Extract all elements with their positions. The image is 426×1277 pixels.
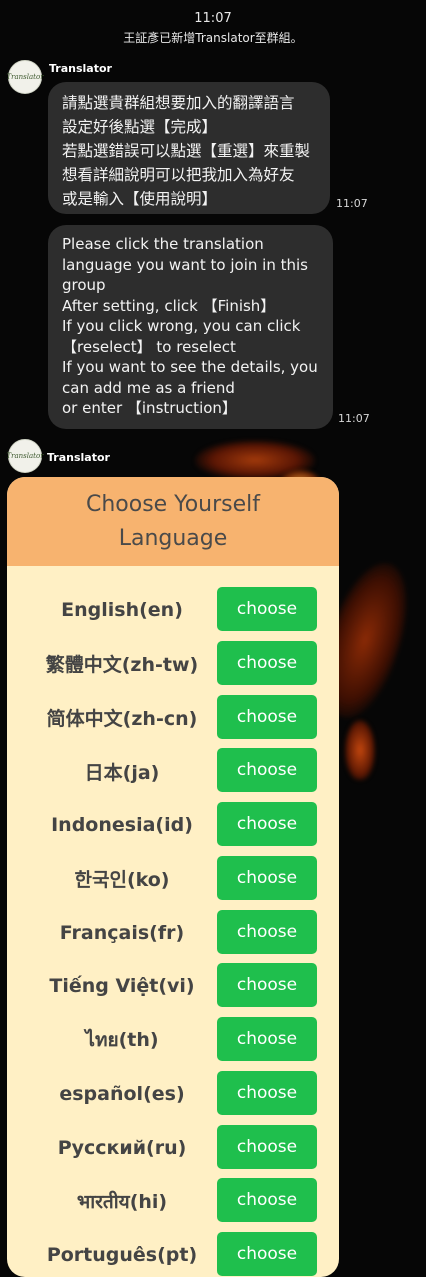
card-title-line: Language xyxy=(118,525,228,551)
message-line: 想看詳細說明可以把我加入為好友 xyxy=(62,166,295,184)
language-row: Tiếng Việt(vi) choose xyxy=(7,963,339,1009)
translator-avatar[interactable]: Translator xyxy=(6,439,44,473)
message-line: If you click wrong, you can click xyxy=(62,317,301,335)
message-line: 或是輸入【使用說明】 xyxy=(62,190,218,208)
choose-button[interactable]: choose xyxy=(217,963,317,1008)
language-row: 日本(ja) choose xyxy=(7,748,339,794)
message-line: can add me as a friend xyxy=(62,378,235,397)
message-line: If you want to see the details, you xyxy=(62,358,318,376)
language-label: ไทย(th) xyxy=(85,1029,159,1051)
language-row: 简体中文(zh-cn) choose xyxy=(7,694,339,741)
message-time: 11:07 xyxy=(338,412,370,425)
language-row: 繁體中文(zh-tw) choose xyxy=(7,640,339,687)
language-row: Français(fr) choose xyxy=(7,909,339,956)
message-line: 若點選錯誤可以點選【重選】來重製 xyxy=(62,142,311,160)
language-label: Indonesia(id) xyxy=(51,814,193,836)
language-row: Indonesia(id) choose xyxy=(7,802,339,848)
choose-button[interactable]: choose xyxy=(217,640,317,685)
choose-button[interactable]: choose xyxy=(217,1232,317,1276)
message-line: After setting, click 【Finish】 xyxy=(62,296,276,315)
message-line: Please click the translation xyxy=(62,235,264,253)
message-bubble-zh[interactable]: 請點選貴群組想要加入的翻譯語言 設定好後點選【完成】 若點選錯誤可以點選【重選】… xyxy=(48,82,330,214)
translator-avatar[interactable]: Translator xyxy=(6,60,44,94)
choose-button[interactable]: choose xyxy=(217,1070,317,1115)
choose-button[interactable]: choose xyxy=(217,1178,317,1223)
language-row: 한국인(ko) choose xyxy=(7,855,339,902)
language-row: ไทย(th) choose xyxy=(7,1017,339,1063)
avatar-logo-text: Translator xyxy=(6,73,44,81)
language-label: Português(pt) xyxy=(46,1244,198,1266)
choose-button[interactable]: choose xyxy=(217,909,317,954)
language-row: भारतीय(hi) choose xyxy=(7,1178,339,1224)
language-label: 한국인(ko) xyxy=(74,869,170,892)
choose-button[interactable]: choose xyxy=(217,1017,317,1061)
message-time: 11:07 xyxy=(336,197,368,210)
language-row: Português(pt) choose xyxy=(7,1232,339,1277)
choose-button[interactable]: choose xyxy=(217,587,317,631)
language-label: Tiếng Việt(vi) xyxy=(49,975,195,998)
language-picker-card: Choose Yourself Language English(en) choo… xyxy=(7,477,339,1277)
language-label: 日本(ja) xyxy=(84,761,160,784)
card-header: Choose Yourself Language xyxy=(7,477,339,566)
choose-button[interactable]: choose xyxy=(217,802,317,846)
message-line: 設定好後點選【完成】 xyxy=(62,118,218,136)
message-line: or enter 【instruction】 xyxy=(62,399,237,417)
language-label: Français(fr) xyxy=(59,921,185,944)
language-label: Русский(ru) xyxy=(57,1136,187,1159)
language-row: español(es) choose xyxy=(7,1070,339,1117)
message-line: 請點選貴群組想要加入的翻譯語言 xyxy=(62,94,295,112)
message-line: group xyxy=(62,276,106,294)
language-label: español(es) xyxy=(59,1082,185,1105)
choose-button[interactable]: choose xyxy=(217,748,317,793)
sender-name: Translator xyxy=(49,62,112,75)
avatar-logo-text: Translator xyxy=(6,452,44,460)
language-label: 简体中文(zh-cn) xyxy=(46,708,198,730)
language-label: 繁體中文(zh-tw) xyxy=(45,654,199,677)
card-title-line: Choose Yourself xyxy=(85,491,261,517)
choose-button[interactable]: choose xyxy=(217,694,317,739)
language-row: English(en) choose xyxy=(7,587,339,633)
message-bubble-en[interactable]: Please click the translation language yo… xyxy=(48,225,333,429)
system-message: 王証彥已新增Translator至群組。 xyxy=(123,31,303,45)
sender-name: Translator xyxy=(47,451,110,464)
choose-button[interactable]: choose xyxy=(217,855,317,900)
language-row: Русский(ru) choose xyxy=(7,1124,339,1171)
status-time: 11:07 xyxy=(194,11,232,26)
language-label: भारतीय(hi) xyxy=(76,1191,168,1214)
choose-button[interactable]: choose xyxy=(217,1124,317,1169)
message-line: language you want to join in this xyxy=(62,255,308,274)
message-line: 【reselect】 to reselect xyxy=(62,337,236,356)
language-label: English(en) xyxy=(61,599,183,621)
